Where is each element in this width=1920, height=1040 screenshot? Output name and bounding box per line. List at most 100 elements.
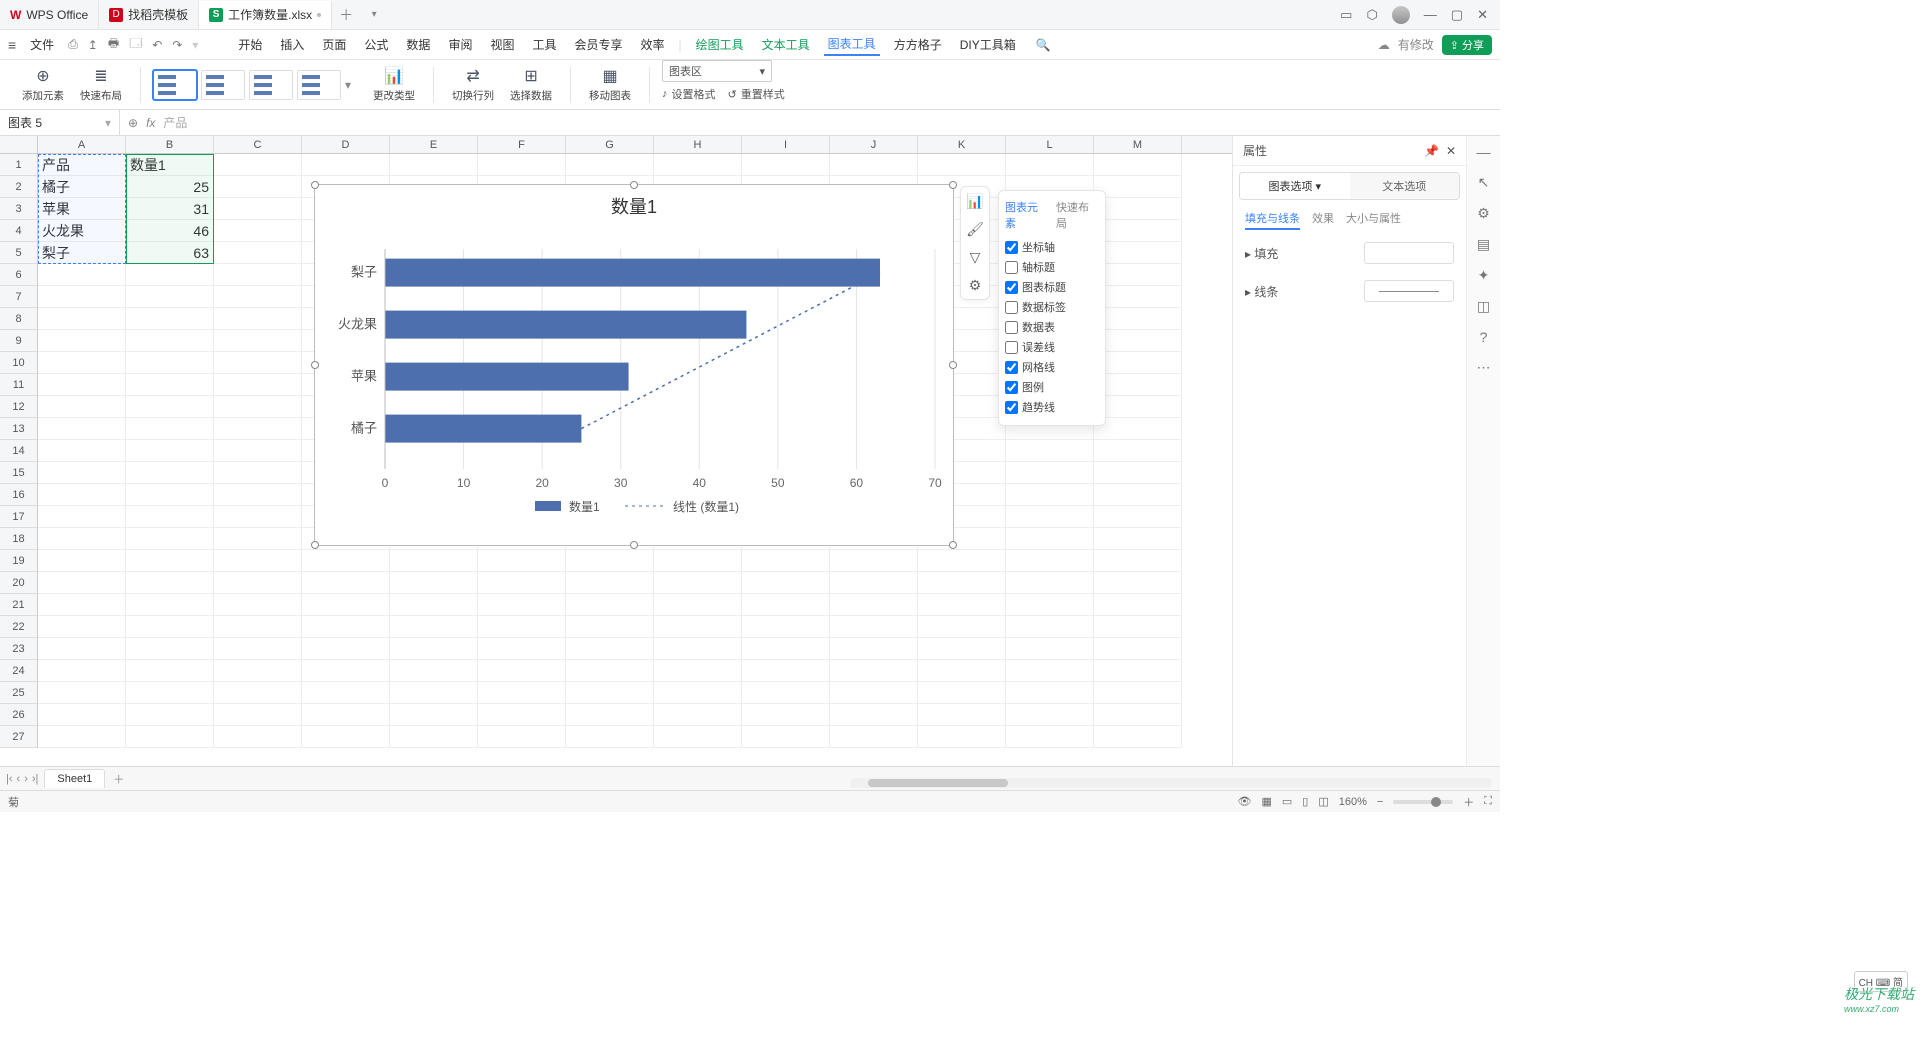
preview-icon[interactable]: 🗔 [129, 34, 142, 55]
cell[interactable] [830, 704, 918, 726]
cell[interactable] [566, 594, 654, 616]
search-icon[interactable]: 🔍 [1036, 38, 1051, 52]
cell[interactable] [126, 594, 214, 616]
tab-page[interactable]: 页面 [318, 34, 350, 55]
cell[interactable]: 63 [126, 242, 214, 264]
cell[interactable] [214, 198, 302, 220]
line-select[interactable] [1364, 280, 1454, 302]
cell[interactable] [1094, 330, 1182, 352]
cell[interactable] [1006, 528, 1094, 550]
cell[interactable] [390, 682, 478, 704]
row-header[interactable]: 24 [0, 660, 38, 682]
cell[interactable]: 产品 [38, 154, 126, 176]
chart-style-preset-3[interactable] [249, 70, 293, 100]
redo-icon[interactable]: ↷ [172, 38, 182, 52]
resize-handle[interactable] [630, 181, 638, 189]
resize-handle[interactable] [949, 361, 957, 369]
resize-handle[interactable] [630, 541, 638, 549]
chart-title[interactable]: 数量1 [315, 185, 953, 219]
resize-handle[interactable] [311, 181, 319, 189]
rp-tab-chart-options[interactable]: 图表选项 ▾ [1240, 173, 1350, 199]
cell[interactable] [1094, 220, 1182, 242]
cell[interactable] [38, 308, 126, 330]
cell[interactable] [302, 660, 390, 682]
tab-text-tools[interactable]: 文本工具 [758, 34, 814, 55]
maximize-button[interactable]: ▢ [1451, 7, 1463, 23]
cell[interactable] [566, 704, 654, 726]
tab-diy[interactable]: DIY工具箱 [956, 34, 1020, 55]
cell[interactable] [126, 506, 214, 528]
new-tab-button[interactable]: ＋ [332, 5, 360, 25]
cell[interactable] [302, 704, 390, 726]
cell[interactable] [654, 594, 742, 616]
cell[interactable] [742, 550, 830, 572]
cell[interactable] [214, 594, 302, 616]
cell[interactable] [1006, 704, 1094, 726]
close-panel-icon[interactable]: ✕ [1446, 144, 1456, 158]
row-header[interactable]: 11 [0, 374, 38, 396]
popup-tab-layout[interactable]: 快速布局 [1056, 199, 1099, 231]
cell[interactable] [1094, 462, 1182, 484]
cell[interactable] [1006, 594, 1094, 616]
cell[interactable] [38, 440, 126, 462]
cell[interactable] [918, 572, 1006, 594]
cell[interactable] [214, 682, 302, 704]
cell[interactable] [390, 660, 478, 682]
cell[interactable] [478, 616, 566, 638]
cell[interactable] [126, 638, 214, 660]
cell[interactable] [38, 396, 126, 418]
cell[interactable] [1094, 550, 1182, 572]
cell[interactable] [742, 638, 830, 660]
cell[interactable] [1094, 440, 1182, 462]
row-header[interactable]: 16 [0, 484, 38, 506]
cell[interactable] [302, 550, 390, 572]
cell[interactable] [1094, 616, 1182, 638]
cell[interactable] [478, 704, 566, 726]
tab-draw-tools[interactable]: 绘图工具 [692, 34, 748, 55]
cell[interactable] [126, 484, 214, 506]
cell[interactable] [654, 638, 742, 660]
cell[interactable] [214, 286, 302, 308]
cell[interactable]: 橘子 [38, 176, 126, 198]
cell[interactable] [302, 726, 390, 748]
next-sheet-icon[interactable]: › [24, 773, 28, 785]
avatar[interactable] [1392, 6, 1410, 24]
col-header[interactable]: M [1094, 136, 1182, 153]
cell[interactable] [38, 330, 126, 352]
row-header[interactable]: 10 [0, 352, 38, 374]
cell[interactable] [654, 616, 742, 638]
cell[interactable] [126, 374, 214, 396]
cell[interactable] [390, 594, 478, 616]
cell[interactable] [214, 352, 302, 374]
cell[interactable] [830, 660, 918, 682]
cell[interactable] [918, 616, 1006, 638]
cell[interactable] [830, 154, 918, 176]
reset-style-button[interactable]: ↺ 重置样式 [728, 86, 785, 102]
cell[interactable] [1094, 374, 1182, 396]
cell[interactable] [566, 726, 654, 748]
row-header[interactable]: 22 [0, 616, 38, 638]
cell[interactable] [1006, 154, 1094, 176]
cell[interactable] [38, 286, 126, 308]
chart-style-preset-2[interactable] [201, 70, 245, 100]
cell[interactable] [918, 682, 1006, 704]
cell[interactable] [38, 638, 126, 660]
row-header[interactable]: 26 [0, 704, 38, 726]
row-header[interactable]: 3 [0, 198, 38, 220]
eye-icon[interactable]: 👁 [1237, 795, 1251, 808]
col-header[interactable]: A [38, 136, 126, 153]
row-header[interactable]: 25 [0, 682, 38, 704]
cell[interactable] [126, 462, 214, 484]
resize-handle[interactable] [311, 541, 319, 549]
prev-sheet-icon[interactable]: ‹ [17, 773, 21, 785]
col-header[interactable]: G [566, 136, 654, 153]
scrollbar-thumb[interactable] [868, 779, 1008, 787]
cell[interactable]: 数量1 [126, 154, 214, 176]
tab-review[interactable]: 审阅 [444, 34, 476, 55]
cell[interactable] [654, 726, 742, 748]
cursor-icon[interactable]: ↖ [1478, 174, 1490, 191]
cell[interactable] [214, 616, 302, 638]
cell[interactable] [1094, 198, 1182, 220]
layout-icon[interactable]: ▭ [1340, 7, 1352, 23]
cell[interactable] [1006, 572, 1094, 594]
